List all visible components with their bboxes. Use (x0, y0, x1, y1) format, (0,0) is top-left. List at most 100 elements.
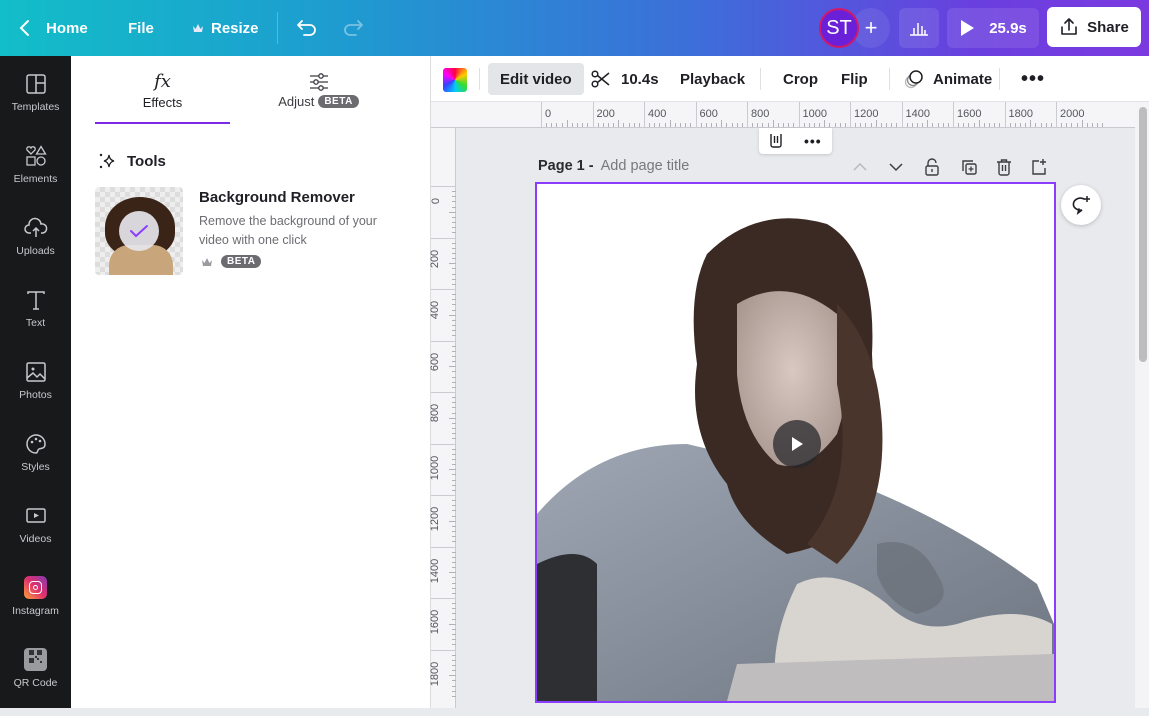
sidebar-item-instagram[interactable]: Instagram (0, 576, 71, 644)
ruler-minor-tick (638, 123, 640, 127)
ruler-major-tick (431, 546, 456, 548)
playback-label: Playback (680, 70, 746, 88)
vertical-ruler: 0 200 400 600 800 1000 1200 1400 1600 1800 (429, 128, 456, 708)
play-video-button[interactable] (773, 420, 821, 468)
sidebar-item-elements[interactable]: Elements (0, 145, 71, 213)
ruler-label: 1800 (429, 661, 442, 686)
ruler-minor-tick (680, 123, 682, 127)
add-page-icon[interactable] (1030, 158, 1048, 176)
ruler-minor-tick (449, 314, 456, 316)
avatar-initials: ST (826, 16, 852, 39)
scissors-icon (591, 70, 610, 88)
upload-cloud-icon (23, 217, 47, 237)
vertical-scrollbar[interactable] (1139, 107, 1147, 362)
ruler-minor-tick (1045, 123, 1047, 127)
divider (999, 68, 1000, 90)
color-picker-button[interactable] (443, 68, 467, 92)
ruler-minor-tick (577, 123, 579, 127)
tab-adjust[interactable]: Adjust BETA (251, 56, 386, 126)
home-button[interactable]: Home (18, 0, 88, 56)
ruler-minor-tick (829, 123, 831, 127)
chevron-down-icon[interactable] (888, 162, 904, 172)
sidebar-item-text[interactable]: Text (0, 289, 71, 357)
insights-button[interactable] (899, 8, 939, 48)
avatar[interactable]: ST (819, 8, 859, 48)
lock-icon[interactable] (924, 158, 940, 176)
add-comment-button[interactable] (1061, 185, 1101, 225)
chevron-up-icon[interactable] (852, 162, 868, 172)
more-icon[interactable]: ••• (804, 133, 822, 149)
ruler-minor-tick (1076, 123, 1078, 127)
ruler-major-tick (431, 443, 456, 445)
ruler-minor-tick (860, 123, 862, 127)
ruler-major-tick (541, 102, 542, 128)
ruler-minor-tick (623, 123, 625, 127)
more-icon: ••• (1021, 67, 1046, 90)
ruler-label: 800 (751, 108, 770, 120)
sidebar-item-templates[interactable]: Templates (0, 73, 71, 141)
file-menu-button[interactable]: File (128, 0, 154, 56)
animate-button[interactable]: Animate (891, 63, 1004, 95)
ruler-minor-tick (994, 123, 996, 127)
sidebar-item-styles[interactable]: Styles (0, 433, 71, 501)
page-header: Page 1 - Add page title (538, 158, 689, 174)
play-button[interactable]: 25.9s (947, 8, 1039, 48)
page-title-input[interactable]: Add page title (601, 158, 690, 174)
ruler-label: 1000 (802, 108, 827, 120)
plus-icon: + (864, 15, 878, 40)
tab-effects[interactable]: fx Effects (95, 56, 230, 126)
ruler-minor-tick (1097, 123, 1099, 127)
design-page[interactable] (535, 182, 1056, 703)
sidebar-item-uploads[interactable]: Uploads (0, 217, 71, 285)
sidebar-item-videos[interactable]: Videos (0, 505, 71, 573)
video-element[interactable] (537, 184, 1054, 701)
ruler-minor-tick (551, 123, 553, 127)
share-label: Share (1087, 18, 1129, 36)
sidebar-item-photos[interactable]: Photos (0, 361, 71, 429)
sidebar-label: QR Code (13, 677, 58, 689)
trim-button[interactable]: 10.4s (579, 63, 671, 95)
ruler-minor-tick (566, 120, 568, 127)
ruler-minor-tick (886, 123, 888, 127)
animate-label: Animate (933, 70, 993, 88)
ruler-minor-tick (752, 123, 754, 127)
ruler-minor-tick (741, 123, 743, 127)
ruler-minor-tick (983, 123, 985, 127)
flip-label: Flip (841, 70, 868, 88)
ruler-minor-tick (449, 675, 456, 677)
ruler-minor-tick (1040, 123, 1042, 127)
more-options-button[interactable]: ••• (1009, 63, 1057, 95)
background-remover-tool[interactable]: Background Remover Remove the background… (95, 187, 405, 277)
ruler-minor-tick (674, 123, 676, 127)
tool-title: Background Remover (199, 189, 355, 206)
duplicate-page-icon[interactable] (960, 158, 978, 176)
ruler-major-tick (431, 237, 456, 239)
effects-panel: fx Effects Adjust BETA Tools Background … (71, 56, 431, 708)
share-button[interactable]: Share (1047, 7, 1141, 47)
text-icon (26, 291, 45, 310)
delete-icon[interactable] (769, 134, 783, 148)
ruler-minor-tick (906, 123, 908, 127)
ruler-minor-tick (777, 123, 779, 127)
playback-button[interactable]: Playback (668, 63, 757, 95)
sidebar-item-qr-code[interactable]: QR Code (0, 648, 71, 716)
ruler-minor-tick (757, 123, 759, 127)
ruler-minor-tick (449, 623, 456, 625)
delete-page-icon[interactable] (996, 158, 1012, 176)
ruler-minor-tick (1009, 123, 1011, 127)
checkmark-icon (119, 211, 159, 251)
ruler-minor-tick (449, 366, 456, 368)
element-floating-toolbar: ••• (759, 128, 832, 154)
flip-button[interactable]: Flip (829, 63, 880, 95)
redo-button[interactable] (342, 0, 364, 56)
edit-video-button[interactable]: Edit video (488, 63, 584, 95)
undo-button[interactable] (296, 0, 318, 56)
ruler-minor-tick (783, 123, 785, 127)
crop-button[interactable]: Crop (771, 63, 830, 95)
ruler-minor-tick (659, 123, 661, 127)
resize-button[interactable]: Resize (192, 0, 259, 56)
ruler-minor-tick (978, 120, 980, 127)
sidebar-label: Uploads (16, 245, 55, 257)
ruler-minor-tick (664, 123, 666, 127)
sliders-icon (309, 73, 328, 91)
